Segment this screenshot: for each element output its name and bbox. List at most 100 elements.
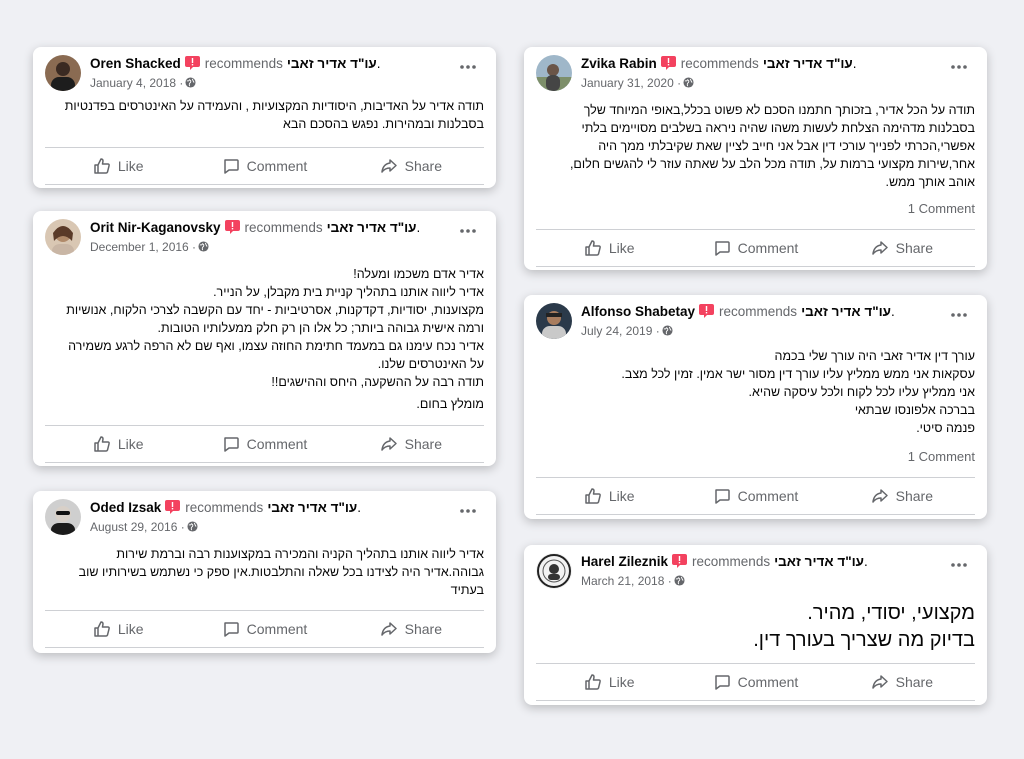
- page-name-link[interactable]: עו"ד אדיר זאבי: [763, 56, 853, 71]
- period-text: .: [357, 500, 362, 515]
- share-icon: [380, 622, 397, 636]
- like-button[interactable]: Like: [45, 611, 191, 647]
- recommends-text: recommends: [692, 554, 771, 569]
- post-date[interactable]: December 1, 2016 ·: [90, 240, 196, 254]
- period-text: .: [891, 304, 895, 319]
- page-name-link[interactable]: עו"ד אדיר זאבי: [267, 500, 357, 515]
- share-icon: [380, 437, 397, 451]
- comment-button[interactable]: Comment: [191, 611, 337, 647]
- share-button[interactable]: Share: [829, 230, 975, 266]
- page-name-link[interactable]: עו"ד אדיר זאבי: [327, 220, 417, 235]
- action-bar: Like Comment Share: [536, 477, 975, 515]
- avatar[interactable]: [536, 55, 572, 91]
- author-name[interactable]: Zvika Rabin: [581, 56, 657, 71]
- page-name-link[interactable]: עו"ד אדיר זאבי: [287, 56, 377, 71]
- action-bar: Like Comment Share: [45, 147, 484, 185]
- share-button[interactable]: Share: [829, 664, 975, 700]
- comment-button[interactable]: Comment: [191, 148, 337, 184]
- page-name-link[interactable]: עו"ד אדיר זאבי: [774, 554, 864, 569]
- action-bar: Like Comment Share: [45, 610, 484, 648]
- recommends-text: recommends: [719, 304, 798, 319]
- share-button[interactable]: Share: [338, 611, 484, 647]
- author-name[interactable]: Alfonso Shabetay: [581, 304, 695, 319]
- globe-icon: [198, 241, 209, 252]
- recommends-text: recommends: [244, 220, 323, 235]
- review-text: מקצועי, יסודי, מהיר. בדיוק מה שצריך בעור…: [753, 602, 975, 651]
- post-date[interactable]: January 4, 2018 ·: [90, 76, 183, 90]
- post-date[interactable]: March 21, 2018 ·: [581, 574, 672, 588]
- more-options-icon[interactable]: [458, 62, 478, 72]
- avatar[interactable]: [45, 499, 81, 535]
- review-card-zvika-rabin: Zvika Rabin recommends עו"ד אדיר זאבי. Jan…: [524, 47, 987, 270]
- share-button[interactable]: Share: [829, 478, 975, 514]
- like-icon: [94, 436, 110, 452]
- period-text: .: [864, 554, 868, 569]
- review-card-harel-zileznik: Harel Zileznik recommends עו"ד אדיר זאבי. …: [524, 545, 987, 705]
- period-text: .: [376, 56, 381, 71]
- post-date[interactable]: January 31, 2020 ·: [581, 76, 681, 90]
- review-card-oded-izsak: Oded Izsak recommends עו"ד אדיר זאבי. Augu…: [33, 491, 496, 653]
- review-text: אדיר ליווה אותנו בתהליך הקניה והמכירה במ…: [78, 547, 484, 597]
- like-button[interactable]: Like: [536, 230, 682, 266]
- post-date[interactable]: July 24, 2019 ·: [581, 324, 660, 338]
- like-button[interactable]: Like: [536, 664, 682, 700]
- avatar[interactable]: [536, 553, 572, 589]
- share-icon: [871, 241, 888, 255]
- share-icon: [380, 159, 397, 173]
- like-icon: [585, 488, 601, 504]
- author-name[interactable]: Harel Zileznik: [581, 554, 668, 569]
- action-bar: Like Comment Share: [45, 425, 484, 463]
- more-options-icon[interactable]: [458, 226, 478, 236]
- author-name[interactable]: Oren Shacked: [90, 56, 181, 71]
- like-button[interactable]: Like: [45, 148, 191, 184]
- comment-icon: [223, 437, 239, 452]
- globe-icon: [185, 77, 196, 88]
- globe-icon: [674, 575, 685, 586]
- like-icon: [94, 158, 110, 174]
- share-button[interactable]: Share: [338, 148, 484, 184]
- comment-icon: [223, 622, 239, 637]
- globe-icon: [187, 521, 198, 532]
- globe-icon: [662, 325, 673, 336]
- like-icon: [585, 674, 601, 690]
- recommends-text: recommends: [204, 56, 283, 71]
- author-name[interactable]: Orit Nir-Kaganovsky: [90, 220, 221, 235]
- recommend-icon: [660, 56, 676, 70]
- comment-button[interactable]: Comment: [682, 230, 828, 266]
- avatar[interactable]: [45, 219, 81, 255]
- more-options-icon[interactable]: [458, 506, 478, 516]
- recommend-icon: [672, 554, 688, 568]
- page-name-link[interactable]: עו"ד אדיר זאבי: [801, 304, 891, 319]
- avatar[interactable]: [45, 55, 81, 91]
- more-options-icon[interactable]: [949, 62, 969, 72]
- comment-icon: [714, 489, 730, 504]
- recommend-icon: [184, 56, 200, 70]
- period-text: .: [852, 56, 857, 71]
- like-icon: [585, 240, 601, 256]
- recommend-icon: [165, 500, 181, 514]
- avatar[interactable]: [536, 303, 572, 339]
- review-text: עורך דין אדיר זאבי היה עורך שלי בכמה עסק…: [621, 349, 975, 435]
- action-bar: Like Comment Share: [536, 229, 975, 267]
- post-date[interactable]: August 29, 2016 ·: [90, 520, 185, 534]
- comment-icon: [714, 241, 730, 256]
- recommend-icon: [224, 220, 240, 234]
- like-icon: [94, 621, 110, 637]
- like-button[interactable]: Like: [536, 478, 682, 514]
- like-button[interactable]: Like: [45, 426, 191, 462]
- comment-button[interactable]: Comment: [191, 426, 337, 462]
- comments-count[interactable]: 1 Comment: [908, 201, 975, 216]
- review-card-orit-nir-kaganovsky: Orit Nir-Kaganovsky recommends עו"ד אדיר ז…: [33, 211, 496, 466]
- share-button[interactable]: Share: [338, 426, 484, 462]
- share-icon: [871, 675, 888, 689]
- comment-button[interactable]: Comment: [682, 664, 828, 700]
- author-name[interactable]: Oded Izsak: [90, 500, 161, 515]
- share-icon: [871, 489, 888, 503]
- more-options-icon[interactable]: [949, 560, 969, 570]
- comments-count[interactable]: 1 Comment: [908, 449, 975, 464]
- recommends-text: recommends: [185, 500, 264, 515]
- comment-button[interactable]: Comment: [682, 478, 828, 514]
- more-options-icon[interactable]: [949, 310, 969, 320]
- recommend-icon: [699, 304, 715, 318]
- review-text: אדיר אדם משכמו ומעלה! אדיר ליווה אותנו ב…: [66, 267, 484, 411]
